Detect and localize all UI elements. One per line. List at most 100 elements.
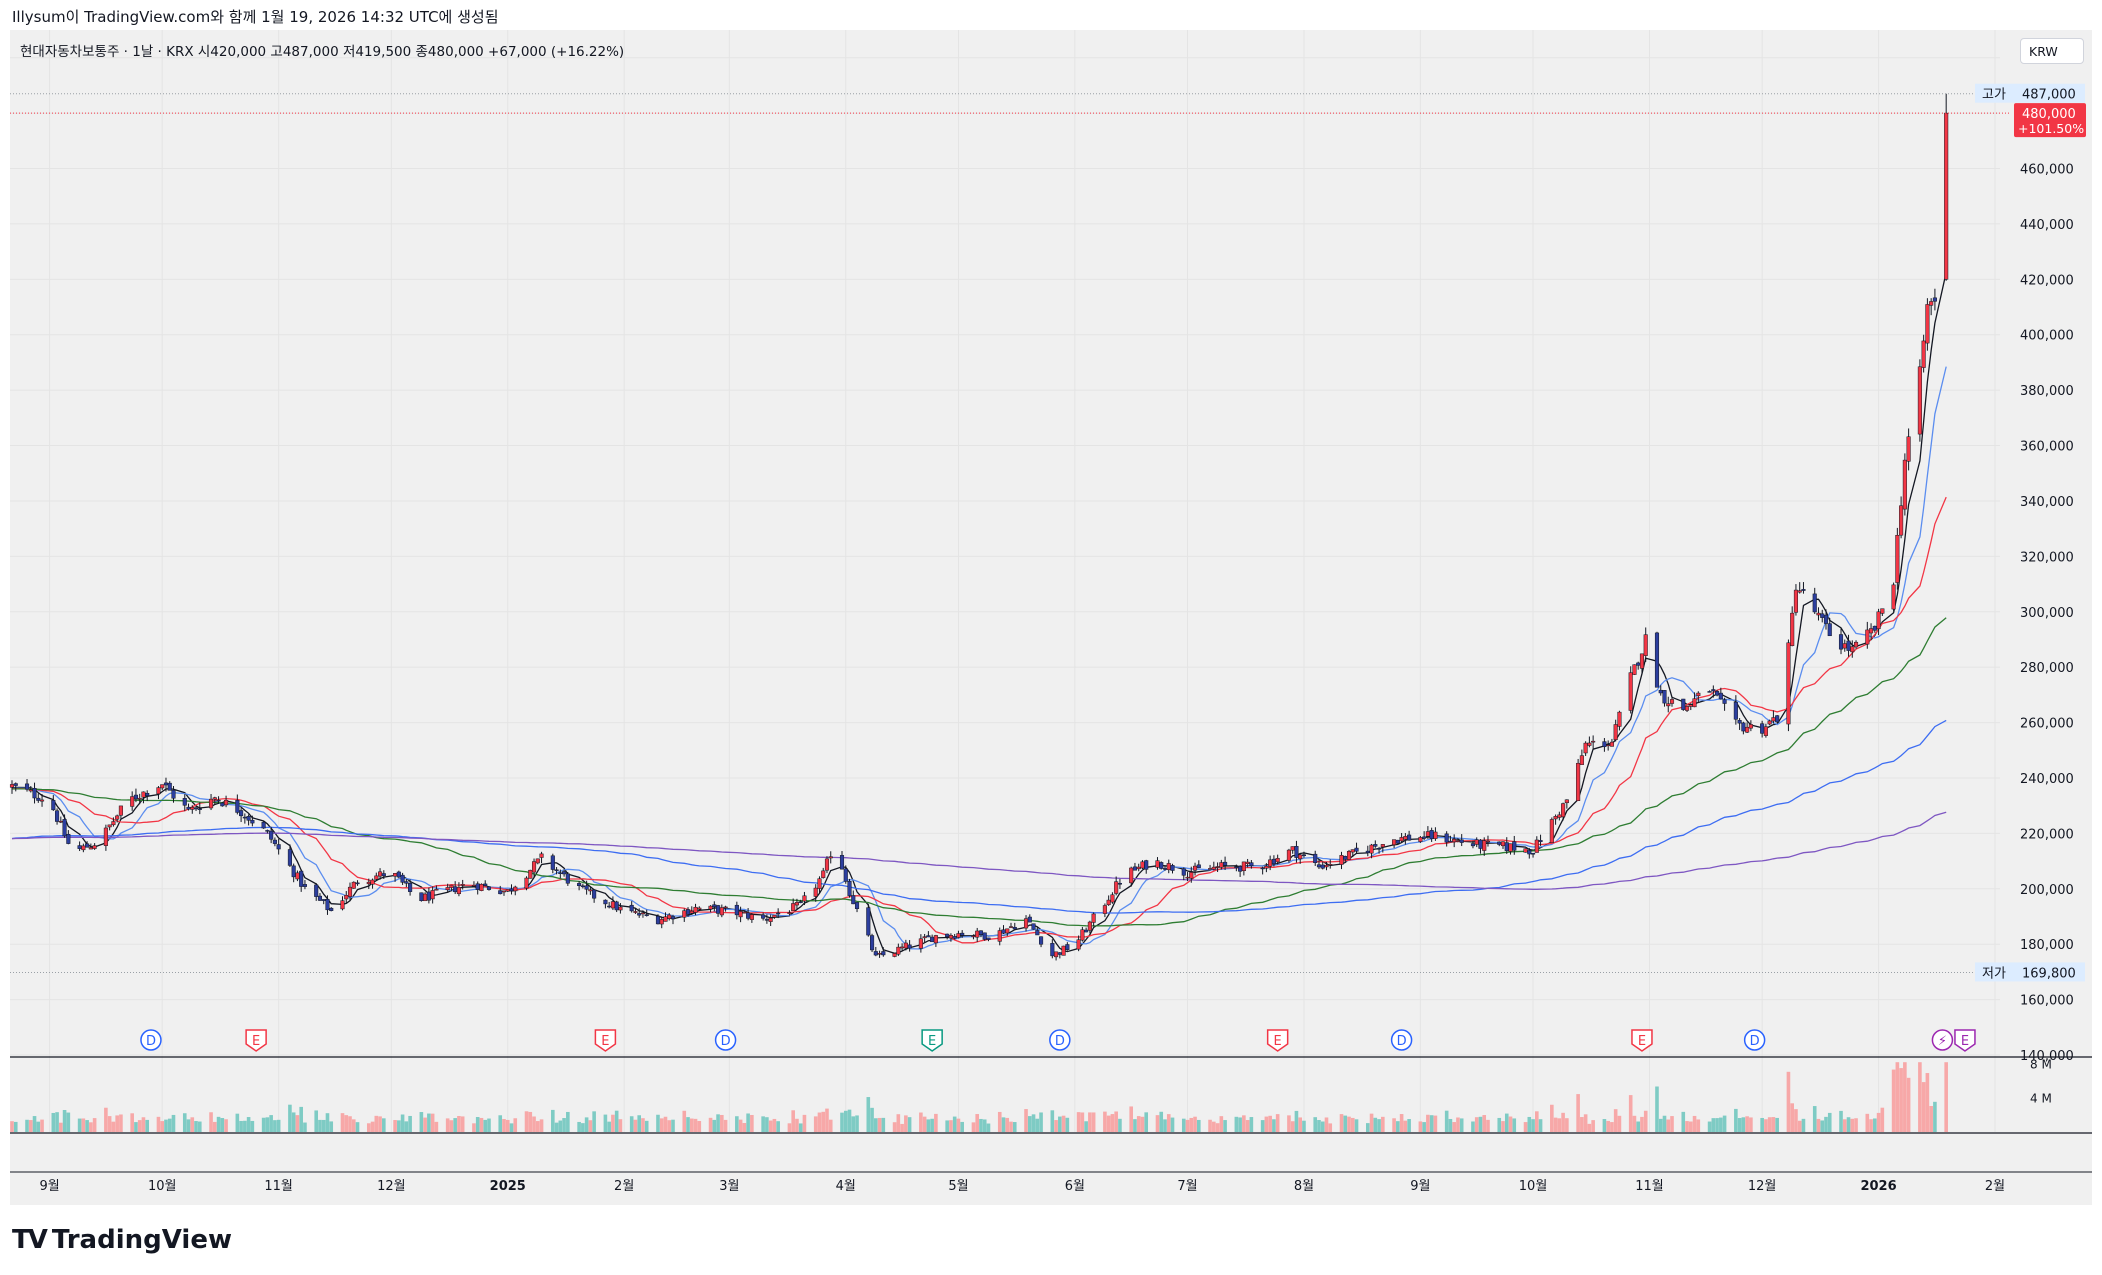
candle[interactable]: [475, 881, 480, 895]
candle[interactable]: [1159, 861, 1164, 870]
candle[interactable]: [483, 880, 488, 887]
candle[interactable]: [1902, 453, 1907, 516]
candle[interactable]: [607, 901, 612, 909]
dividend-event-icon[interactable]: D: [1049, 1029, 1071, 1051]
dividend-event-icon[interactable]: D: [1743, 1029, 1766, 1051]
candle[interactable]: [629, 901, 634, 913]
candle[interactable]: [1433, 827, 1438, 841]
candle[interactable]: [145, 790, 150, 801]
candle[interactable]: [419, 892, 424, 902]
candle[interactable]: [426, 887, 431, 904]
candle[interactable]: [933, 934, 938, 947]
candle[interactable]: [1531, 852, 1536, 858]
candle[interactable]: [1140, 860, 1145, 869]
candle[interactable]: [1054, 951, 1059, 961]
candle[interactable]: [1192, 862, 1198, 876]
candle[interactable]: [1891, 582, 1896, 612]
candle[interactable]: [209, 793, 214, 811]
candle[interactable]: [1692, 692, 1697, 708]
candle[interactable]: [580, 883, 585, 889]
candle[interactable]: [1557, 811, 1562, 821]
candle[interactable]: [982, 932, 987, 941]
candle[interactable]: [314, 883, 319, 901]
candle[interactable]: [614, 900, 619, 913]
candle[interactable]: [535, 858, 540, 865]
candle[interactable]: [1790, 606, 1795, 647]
candle[interactable]: [592, 889, 597, 903]
candle[interactable]: [1842, 639, 1847, 652]
candle[interactable]: [847, 878, 852, 898]
candle[interactable]: [81, 843, 86, 853]
candle[interactable]: [1065, 942, 1070, 951]
candle[interactable]: [1745, 722, 1750, 734]
candle[interactable]: [1609, 738, 1614, 747]
candle[interactable]: [1260, 866, 1265, 875]
candle[interactable]: [1155, 857, 1160, 870]
candle[interactable]: [400, 872, 405, 885]
earnings-event-icon[interactable]: E: [245, 1029, 267, 1052]
candle[interactable]: [1459, 834, 1464, 847]
candle[interactable]: [1313, 850, 1318, 866]
earnings-event-icon[interactable]: E: [594, 1029, 617, 1052]
candle[interactable]: [1181, 867, 1186, 881]
candle[interactable]: [772, 914, 777, 919]
candle[interactable]: [851, 890, 856, 905]
candle[interactable]: [329, 907, 334, 912]
candle[interactable]: [1801, 582, 1806, 594]
candle[interactable]: [246, 814, 251, 826]
candle[interactable]: [224, 795, 229, 808]
candle[interactable]: [1797, 582, 1802, 594]
price-chart[interactable]: DEEDEDEDED⚡E 500,000480,000460,000440,00…: [0, 0, 2102, 1275]
candle[interactable]: [1587, 736, 1592, 748]
candle[interactable]: [1632, 664, 1637, 676]
candle[interactable]: [550, 853, 555, 874]
candle[interactable]: [1012, 922, 1017, 930]
candle[interactable]: [1636, 661, 1641, 670]
candle[interactable]: [734, 901, 739, 920]
candle[interactable]: [1564, 799, 1569, 809]
candle[interactable]: [1328, 859, 1333, 869]
candle[interactable]: [1080, 926, 1085, 942]
candle[interactable]: [513, 885, 518, 896]
candle[interactable]: [118, 805, 123, 820]
candle[interactable]: [1031, 923, 1036, 930]
candle[interactable]: [1110, 892, 1115, 904]
candle[interactable]: [1238, 865, 1243, 877]
dividend-event-icon[interactable]: D: [140, 1029, 162, 1051]
candle[interactable]: [141, 791, 146, 804]
candle[interactable]: [524, 876, 529, 891]
candle[interactable]: [1553, 814, 1558, 825]
candle[interactable]: [1684, 705, 1690, 712]
candle[interactable]: [1478, 839, 1483, 854]
candle[interactable]: [866, 903, 871, 937]
candle[interactable]: [956, 930, 961, 939]
candle[interactable]: [1208, 864, 1213, 870]
candle[interactable]: [1812, 587, 1817, 614]
candle[interactable]: [1534, 836, 1539, 853]
candle[interactable]: [456, 882, 461, 897]
candle[interactable]: [1662, 690, 1667, 707]
candle[interactable]: [156, 786, 161, 800]
candle[interactable]: [9, 780, 15, 794]
candle[interactable]: [712, 901, 717, 912]
candle[interactable]: [32, 782, 37, 804]
candle[interactable]: [1666, 696, 1671, 713]
candle[interactable]: [1921, 334, 1926, 373]
candle[interactable]: [103, 824, 108, 851]
candle[interactable]: [36, 793, 41, 803]
candle[interactable]: [1114, 876, 1119, 896]
candle[interactable]: [1286, 848, 1291, 863]
candle[interactable]: [1373, 840, 1378, 848]
candle[interactable]: [1091, 912, 1096, 927]
candle[interactable]: [975, 927, 980, 942]
candle[interactable]: [708, 905, 713, 913]
dividend-event-icon[interactable]: D: [1390, 1029, 1413, 1051]
candle[interactable]: [1549, 817, 1554, 844]
candle[interactable]: [918, 934, 923, 953]
candle[interactable]: [877, 950, 882, 958]
candle[interactable]: [1132, 862, 1137, 871]
candle[interactable]: [1144, 859, 1149, 874]
candle[interactable]: [1591, 735, 1596, 749]
candle[interactable]: [1196, 860, 1201, 869]
candle[interactable]: [276, 838, 281, 855]
